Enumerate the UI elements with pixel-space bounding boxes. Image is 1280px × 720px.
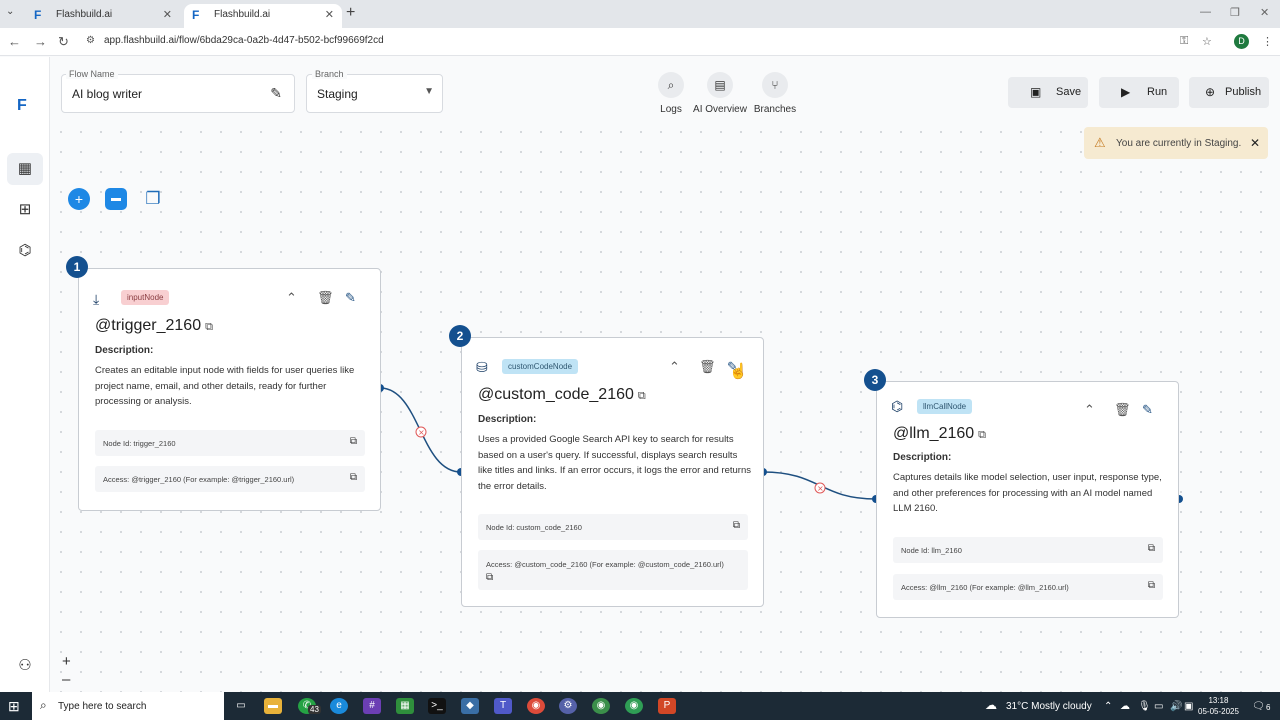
volume-icon[interactable]: 🔊: [1170, 701, 1182, 712]
delete-icon[interactable]: 🗑: [317, 290, 334, 306]
collapse-chevron-icon[interactable]: ⌃: [669, 359, 680, 375]
node-id-text: Node Id: custom_code_2160: [486, 523, 582, 532]
node-number-badge: 3: [864, 369, 886, 391]
windows-start-icon[interactable]: ⊞: [8, 698, 20, 715]
node-type-chip: customCodeNode: [502, 359, 579, 374]
collapse-chevron-icon[interactable]: ⌃: [286, 290, 297, 306]
search-icon: ⌕: [40, 698, 47, 712]
custom-code-node-card[interactable]: ⛁ customCodeNode ⌃ 🗑 ✎ @custom_code_2160…: [461, 337, 764, 607]
chrome-profile-icon[interactable]: ◉: [592, 698, 610, 714]
vscode-icon[interactable]: ◆: [461, 698, 479, 714]
tray-chevron-icon[interactable]: ⌃: [1104, 701, 1112, 712]
copy-icon[interactable]: ⧉: [205, 321, 213, 333]
node-type-chip: llmCallNode: [917, 399, 973, 414]
node-access-text: Access: @llm_2160 (For example: @llm_216…: [901, 583, 1069, 592]
clock-time: 13:18: [1208, 696, 1229, 705]
node-title: @trigger_2160 ⧉: [95, 317, 213, 334]
windows-taskbar: ⊞ ⌕ Type here to search ▭ ▬ ✆ 43 e # ▦ >…: [0, 692, 1280, 720]
chrome-icon[interactable]: ◉: [527, 698, 545, 714]
edge-1-delete-glyph: ×: [418, 428, 425, 437]
llm-call-node-card[interactable]: ⌬ llmCallNode ⌃ 🗑 ✎ @llm_2160 ⧉ Descripti…: [876, 381, 1179, 618]
battery-icon[interactable]: ▭: [1154, 701, 1163, 712]
node-access-text: Access: @trigger_2160 (For example: @tri…: [103, 475, 295, 484]
copy-icon[interactable]: ⧉: [978, 429, 986, 441]
node-description: Uses a provided Google Search API key to…: [478, 434, 751, 492]
search-placeholder: Type here to search: [58, 701, 147, 712]
edit-pencil-icon[interactable]: ✎: [345, 290, 356, 306]
clock-date: 05-05-2025: [1198, 707, 1239, 716]
description-heading: Description:: [95, 345, 154, 356]
node-access-box: Access: @llm_2160 (For example: @llm_216…: [893, 574, 1163, 600]
zoom-in-button[interactable]: +: [62, 653, 71, 670]
node-access-box: Access: @custom_code_2160 (For example: …: [478, 550, 748, 590]
notifications-icon[interactable]: 🗨: [1252, 701, 1265, 712]
node-id-box: Node Id: custom_code_2160 ⧉: [478, 514, 748, 540]
copy-icon[interactable]: ⧉: [638, 390, 646, 402]
copy-icon[interactable]: ⧉: [486, 572, 493, 583]
node-id-box: Node Id: llm_2160 ⧉: [893, 537, 1163, 563]
file-explorer-icon[interactable]: ▬: [264, 698, 282, 714]
download-tray-icon: ⤓: [93, 291, 100, 307]
node-id-text: Node Id: llm_2160: [901, 546, 962, 555]
calculator-icon[interactable]: ▦: [396, 698, 414, 714]
weather-text[interactable]: 31°C Mostly cloudy: [1006, 701, 1092, 712]
mouse-cursor-icon: ☝: [729, 363, 748, 380]
edge-browser-icon[interactable]: e: [330, 698, 348, 714]
node-id-text: Node Id: trigger_2160: [103, 439, 176, 448]
node-title: @custom_code_2160 ⧉: [478, 386, 646, 403]
onedrive-icon[interactable]: ☁: [1120, 701, 1130, 712]
weather-cloud-icon: ☁: [985, 698, 997, 712]
database-icon: ⛁: [476, 359, 488, 375]
terminal-icon[interactable]: >_: [428, 698, 446, 714]
node-number-badge: 2: [449, 325, 471, 347]
taskbar-search[interactable]: ⌕ Type here to search: [32, 692, 224, 720]
node-access-box: Access: @trigger_2160 (For example: @tri…: [95, 466, 365, 492]
node-number-badge: 1: [66, 256, 88, 278]
description-heading: Description:: [478, 414, 537, 425]
notification-badge: 43: [308, 705, 321, 714]
edit-pencil-icon[interactable]: ✎: [1142, 402, 1153, 418]
settings-gear-icon[interactable]: ⚙: [559, 698, 577, 714]
description-heading: Description:: [893, 452, 952, 463]
notifications-count: 6: [1266, 703, 1271, 712]
delete-icon[interactable]: 🗑: [699, 359, 716, 375]
delete-icon[interactable]: 🗑: [1114, 402, 1131, 418]
network-icon[interactable]: ▣: [1184, 701, 1193, 712]
node-description: Creates an editable input node with fiel…: [95, 365, 355, 407]
edge-2-delete-glyph: ×: [817, 484, 824, 493]
powerpoint-icon[interactable]: P: [658, 698, 676, 714]
chrome-alt-icon[interactable]: ◉: [625, 698, 643, 714]
copy-icon[interactable]: ⧉: [1148, 580, 1155, 591]
teams-icon[interactable]: T: [494, 698, 512, 714]
node-type-chip: inputNode: [121, 290, 170, 305]
microphone-icon[interactable]: 🎙: [1138, 701, 1151, 712]
system-clock[interactable]: 13:18 05-05-2025: [1198, 695, 1239, 717]
node-description: Captures details like model selection, u…: [893, 472, 1162, 514]
collapse-chevron-icon[interactable]: ⌃: [1084, 402, 1095, 418]
zoom-out-button[interactable]: –: [62, 671, 70, 688]
task-view-icon[interactable]: ▭: [232, 698, 250, 714]
copy-icon[interactable]: ⧉: [350, 472, 357, 483]
copy-icon[interactable]: ⧉: [733, 520, 740, 531]
input-node-card[interactable]: ⤓ inputNode ⌃ 🗑 ✎ @trigger_2160 ⧉ Descrip…: [78, 268, 381, 511]
slack-icon[interactable]: #: [363, 698, 381, 714]
node-title: @llm_2160 ⧉: [893, 425, 987, 442]
node-access-text: Access: @custom_code_2160 (For example: …: [486, 560, 724, 569]
copy-icon[interactable]: ⧉: [350, 436, 357, 447]
robot-icon: ⌬: [891, 398, 904, 414]
node-id-box: Node Id: trigger_2160 ⧉: [95, 430, 365, 456]
copy-icon[interactable]: ⧉: [1148, 543, 1155, 554]
